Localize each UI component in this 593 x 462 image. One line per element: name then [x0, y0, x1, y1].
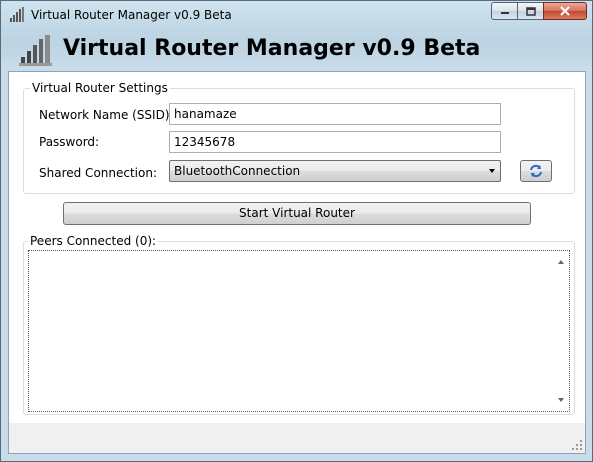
password-input[interactable]: 12345678 [169, 131, 501, 153]
scroll-down-icon[interactable] [558, 398, 564, 402]
minimize-icon [500, 12, 509, 14]
caption-buttons [491, 2, 587, 22]
signal-bars-icon [10, 7, 24, 22]
title-bar[interactable]: Virtual Router Manager v0.9 Beta [1, 1, 592, 29]
shared-connection-label: Shared Connection: [39, 166, 158, 180]
main-window: Virtual Router Manager v0.9 Beta Virtual… [0, 0, 593, 462]
settings-group-title: Virtual Router Settings [30, 81, 170, 95]
settings-group: Virtual Router Settings Network Name (SS… [23, 81, 575, 194]
ssid-label: Network Name (SSID): [39, 108, 174, 122]
close-button[interactable] [543, 2, 587, 20]
minimize-button[interactable] [491, 2, 517, 20]
client-area: Virtual Router Settings Network Name (SS… [8, 71, 586, 454]
peers-group-title: Peers Connected (0): [28, 234, 159, 248]
ssid-input[interactable]: hanamaze [169, 103, 501, 125]
peers-group: Peers Connected (0): [23, 234, 575, 415]
refresh-icon [530, 164, 542, 178]
refresh-connections-button[interactable] [520, 160, 552, 182]
signal-bars-icon [19, 35, 52, 66]
window-title: Virtual Router Manager v0.9 Beta [31, 8, 232, 22]
maximize-icon [525, 6, 536, 16]
resize-grip-icon[interactable] [572, 440, 582, 450]
peers-list-scrollbar[interactable] [554, 252, 568, 410]
maximize-button[interactable] [517, 2, 543, 20]
close-icon [560, 6, 570, 16]
page-title: Virtual Router Manager v0.9 Beta [63, 36, 481, 61]
peers-list[interactable] [28, 250, 570, 412]
start-router-button[interactable]: Start Virtual Router [63, 202, 531, 225]
password-label: Password: [39, 135, 100, 149]
shared-connection-value: BluetoothConnection [174, 164, 301, 178]
app-header: Virtual Router Manager v0.9 Beta [19, 33, 579, 69]
shared-connection-select[interactable]: BluetoothConnection [169, 160, 501, 182]
chevron-down-icon [489, 169, 495, 173]
scroll-up-icon[interactable] [558, 260, 564, 264]
status-bar [9, 423, 585, 453]
